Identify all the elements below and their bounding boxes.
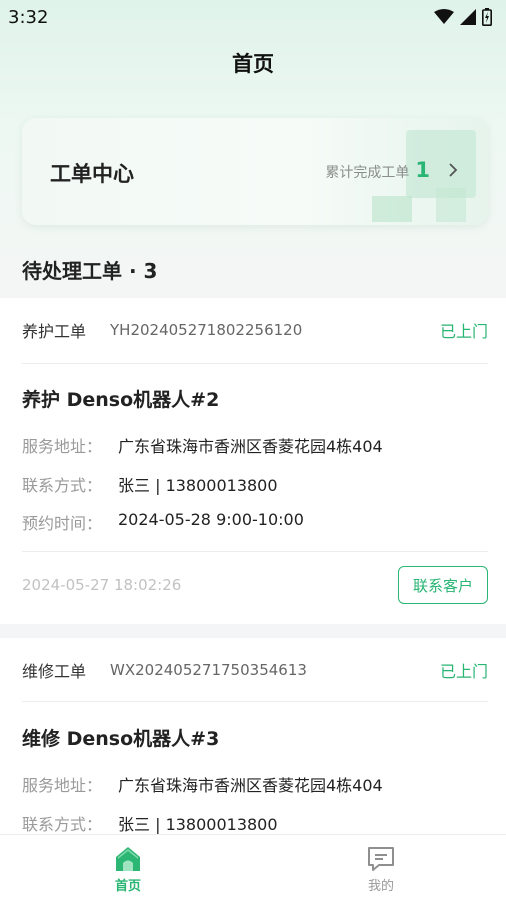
- address-value: 广东省珠海市香洲区香菱花园4栋404: [118, 776, 383, 795]
- contact-customer-button[interactable]: 联系客户: [398, 566, 488, 604]
- status-time: 3:32: [8, 6, 49, 28]
- order-header: 维修工单 WX202405271750354613 已上门: [22, 658, 488, 682]
- order-card[interactable]: 养护工单 YH202405271802256120 已上门 养护 Denso机器…: [0, 298, 506, 624]
- home-icon: [116, 847, 140, 871]
- divider: [22, 701, 488, 702]
- chevron-right-icon: [449, 163, 458, 177]
- completed-summary: 累计完成工单 1: [325, 158, 458, 182]
- work-center-card[interactable]: 工单中心 累计完成工单 1: [22, 118, 488, 225]
- order-number: YH202405271802256120: [110, 321, 303, 339]
- signal-icon: [460, 9, 476, 25]
- address-label: 服务地址：: [22, 437, 103, 456]
- order-header: 养护工单 YH202405271802256120 已上门: [22, 318, 488, 342]
- order-status: 已上门: [439, 322, 488, 341]
- appointment-row: 预约时间： 2024-05-28 9:00-10:00: [22, 510, 304, 534]
- order-created-time: 2024-05-27 18:02:26: [22, 576, 182, 594]
- battery-icon: [482, 8, 492, 26]
- work-center-title: 工单中心: [50, 162, 134, 186]
- order-title: 维修 Denso机器人#3: [22, 728, 220, 750]
- order-type: 维修工单: [22, 662, 87, 681]
- page-title: 首页: [232, 52, 274, 76]
- divider: [22, 551, 488, 552]
- decoration: [436, 188, 466, 222]
- contact-row: 联系方式： 张三 | 13800013800: [22, 472, 278, 496]
- tab-mine-label: 我的: [367, 879, 394, 894]
- order-status: 已上门: [439, 662, 488, 681]
- address-row: 服务地址： 广东省珠海市香洲区香菱花园4栋404: [22, 772, 383, 796]
- order-title: 养护 Denso机器人#2: [22, 389, 220, 411]
- address-value: 广东省珠海市香洲区香菱花园4栋404: [118, 437, 383, 456]
- divider: [22, 363, 488, 364]
- pending-orders-title: 待处理工单 · 3: [22, 259, 158, 283]
- address-label: 服务地址：: [22, 776, 103, 795]
- order-card[interactable]: 维修工单 WX202405271750354613 已上门 维修 Denso机器…: [0, 638, 506, 834]
- tab-home-label: 首页: [114, 879, 141, 894]
- contact-label: 联系方式：: [22, 815, 103, 834]
- tab-bar: 首页 我的: [0, 834, 506, 900]
- appointment-label: 预约时间：: [22, 514, 103, 533]
- contact-label: 联系方式：: [22, 476, 103, 495]
- contact-value: 张三 | 13800013800: [118, 815, 278, 834]
- appointment-value: 2024-05-28 9:00-10:00: [118, 510, 304, 529]
- tab-home[interactable]: 首页: [88, 845, 168, 894]
- status-icons: [434, 8, 492, 26]
- contact-value: 张三 | 13800013800: [118, 476, 278, 495]
- completed-label: 累计完成工单: [325, 165, 410, 181]
- message-icon: [368, 847, 394, 871]
- status-bar: 3:32: [0, 0, 506, 34]
- address-row: 服务地址： 广东省珠海市香洲区香菱花园4栋404: [22, 433, 383, 457]
- decoration: [372, 196, 412, 222]
- wifi-icon: [434, 9, 454, 24]
- tab-mine[interactable]: 我的: [341, 845, 421, 894]
- contact-row: 联系方式： 张三 | 13800013800: [22, 811, 278, 834]
- completed-count: 1: [415, 158, 430, 182]
- order-number: WX202405271750354613: [110, 661, 307, 679]
- order-type: 养护工单: [22, 322, 87, 341]
